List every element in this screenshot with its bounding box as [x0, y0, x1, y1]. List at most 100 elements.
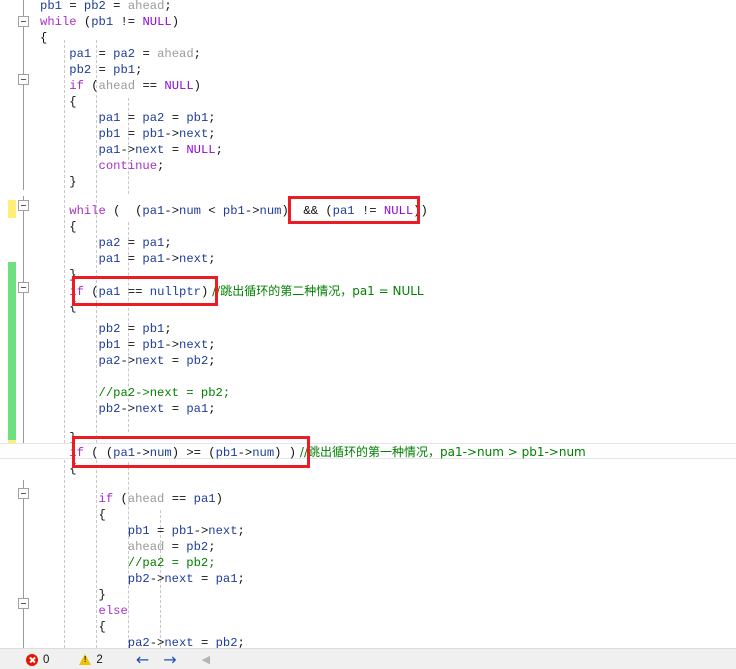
code-token-cmt-cn: //跳出循环的第一种情况，pa1->num > pb1->num	[296, 445, 586, 459]
code-line[interactable]: pa1 = pa1->next;	[0, 251, 736, 267]
code-line[interactable]: {	[0, 30, 736, 46]
code-text[interactable]: pb1 = pb2 = ahead; while (pb1 != NULL){ p…	[0, 0, 736, 648]
code-line[interactable]: //pa2 = pb2;	[0, 555, 736, 571]
code-line[interactable]: pa2 = pa1;	[0, 235, 736, 251]
code-line[interactable]: pb1 = pb1->next;	[0, 337, 736, 353]
code-token-id: pa1	[186, 402, 209, 416]
code-token-op: =	[193, 572, 216, 586]
code-token-op: !=	[113, 15, 143, 29]
code-token-op: ) && (	[281, 204, 333, 218]
scroll-left-icon[interactable]: ◀	[196, 653, 216, 666]
code-token-id: pa1	[98, 111, 121, 125]
code-token-id: pa1	[193, 492, 216, 506]
code-token-id: next	[135, 143, 165, 157]
code-token-op: ))	[413, 204, 428, 218]
code-token-id: pb2	[186, 354, 209, 368]
code-token-id: pa1	[98, 143, 121, 157]
code-token-id: pa2	[142, 111, 165, 125]
error-count-item[interactable]: 0	[22, 649, 53, 669]
code-line[interactable]: }	[0, 174, 736, 190]
code-line[interactable]: pb1 = pb2 = ahead;	[0, 0, 736, 14]
code-line[interactable]: pb2 = pb1;	[0, 321, 736, 337]
code-token-op: =	[105, 0, 128, 13]
nav-forward-icon[interactable]: →	[156, 651, 183, 668]
code-line[interactable]: pa1->next = NULL;	[0, 142, 736, 158]
code-token-op: {	[69, 95, 77, 109]
code-line[interactable]: pb2->next = pa1;	[0, 401, 736, 417]
code-token-op: =	[164, 143, 187, 157]
code-editor-window: pb1 = pb2 = ahead; while (pb1 != NULL){ p…	[0, 0, 736, 669]
code-line[interactable]: }	[0, 267, 736, 283]
code-line-current[interactable]: if ( (pa1->num) >= (pb1->num) ) //跳出循环的第…	[0, 443, 736, 460]
code-token-op: ;	[208, 338, 216, 352]
code-token-id: pb2	[127, 572, 150, 586]
code-line[interactable]: {	[0, 219, 736, 235]
code-line[interactable]: while ( (pa1->num < pb1->num) && (pa1 !=…	[0, 203, 736, 219]
code-token-op: ) )	[274, 446, 297, 460]
code-token-id: num	[252, 446, 275, 460]
code-token-dim: ahead	[157, 47, 194, 61]
warning-triangle-icon	[79, 654, 92, 665]
nav-back-icon[interactable]: ←	[129, 651, 156, 668]
code-line[interactable]: {	[0, 619, 736, 635]
code-token-op: ;	[157, 159, 165, 173]
code-line[interactable]: }	[0, 587, 736, 603]
code-line[interactable]: if (ahead == pa1)	[0, 491, 736, 507]
code-line[interactable]: else	[0, 603, 736, 619]
code-line[interactable]: pb1 = pb1->next;	[0, 523, 736, 539]
code-token-id: pb1	[171, 524, 194, 538]
code-token-dim: ahead	[127, 492, 165, 506]
code-token-id: num	[259, 204, 282, 218]
status-bar: 0 2 ← → ◀	[0, 648, 736, 669]
code-line[interactable]: continue;	[0, 158, 736, 174]
code-token-id: pb1	[142, 322, 165, 336]
code-token-op: ->	[237, 446, 253, 460]
code-line[interactable]	[0, 369, 736, 385]
code-token-id: nullptr	[149, 285, 201, 299]
code-line[interactable]: pb1 = pb1->next;	[0, 126, 736, 142]
code-line[interactable]: ahead = pb2;	[0, 539, 736, 555]
code-line[interactable]: {	[0, 461, 736, 477]
code-line[interactable]: {	[0, 94, 736, 110]
code-token-id: pb1	[127, 524, 150, 538]
code-line[interactable]: pb2 = pb1;	[0, 62, 736, 78]
code-token-op: =	[135, 47, 158, 61]
editor-surface[interactable]: pb1 = pb2 = ahead; while (pb1 != NULL){ p…	[0, 0, 736, 648]
code-token-op: (	[83, 285, 99, 299]
code-line[interactable]: if (pa1 == nullptr) //跳出循环的第二种情况，pa1 = N…	[0, 283, 736, 299]
code-token-id: pb1	[142, 127, 165, 141]
code-token-op: (	[113, 492, 128, 506]
code-token-kw: else	[98, 604, 128, 618]
code-token-op: ;	[208, 127, 216, 141]
code-line[interactable]: //pa2->next = pb2;	[0, 385, 736, 401]
code-line[interactable]: pa1 = pa2 = ahead;	[0, 46, 736, 62]
code-token-cmt: //pa2 = pb2;	[127, 556, 216, 570]
code-line[interactable]: pa2->next = pb2;	[0, 353, 736, 369]
code-line[interactable]: pb2->next = pa1;	[0, 571, 736, 587]
code-token-kw: while	[40, 15, 77, 29]
code-line[interactable]: if (ahead == NULL)	[0, 78, 736, 94]
code-token-op: =	[120, 252, 143, 266]
code-token-op: =	[193, 636, 216, 648]
code-token-op: =	[164, 402, 187, 416]
code-line[interactable]: while (pb1 != NULL)	[0, 14, 736, 30]
code-line[interactable]: pa2->next = pb2;	[0, 635, 736, 648]
code-token-op: =	[120, 111, 143, 125]
code-line[interactable]: pa1 = pa2 = pb1;	[0, 110, 736, 126]
warning-count-item[interactable]: 2	[75, 649, 106, 669]
code-token-op: ->	[120, 354, 136, 368]
code-token-op: ;	[208, 252, 216, 266]
code-line[interactable]: {	[0, 507, 736, 523]
code-token-id: num	[179, 204, 201, 218]
code-line[interactable]: {	[0, 299, 736, 315]
